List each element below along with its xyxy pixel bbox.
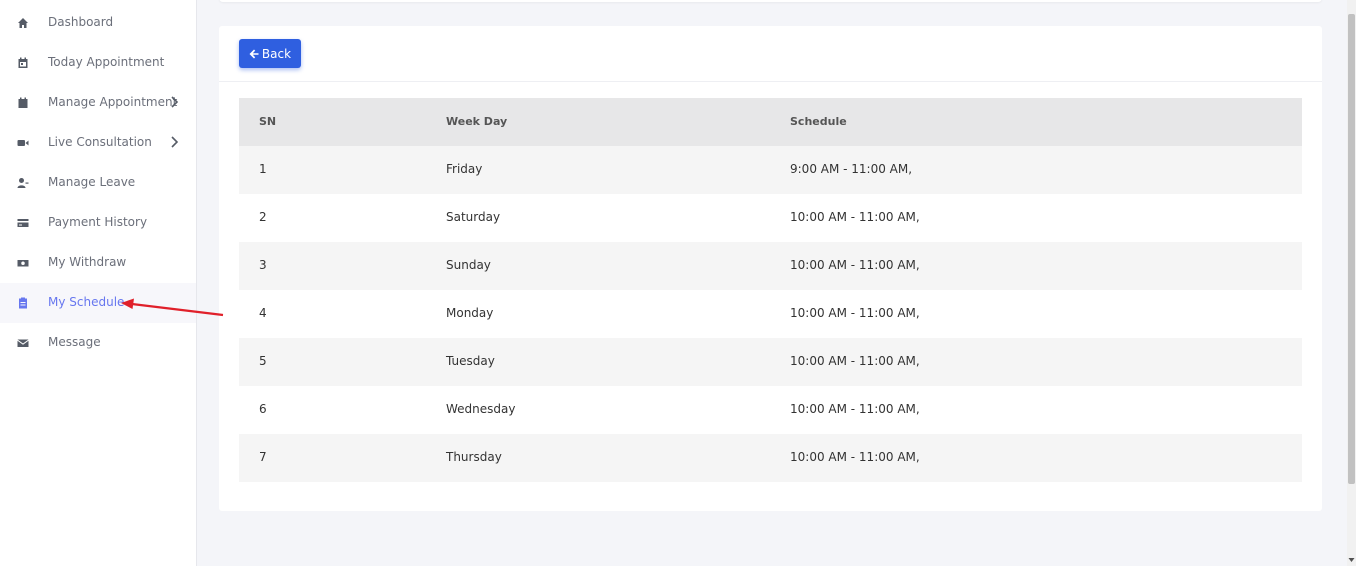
sidebar-item-dashboard[interactable]: Dashboard [0, 3, 196, 43]
sidebar-item-label: Today Appointment [48, 55, 165, 69]
row-sn: 1 [259, 162, 267, 176]
row-sn: 6 [259, 402, 267, 416]
row-week-day: Wednesday [446, 402, 516, 416]
back-button[interactable]: Back [239, 39, 301, 68]
row-week-day: Friday [446, 162, 483, 176]
sidebar-item-label: My Schedule [48, 295, 125, 309]
sidebar-item-label: Payment History [48, 215, 148, 229]
sidebar-item-label: My Withdraw [48, 255, 127, 269]
sidebar-item-label: Manage Appointment [48, 95, 178, 109]
back-button-label: Back [261, 46, 292, 61]
sidebar-item-label: Manage Leave [48, 175, 136, 189]
sidebar-item-label: Dashboard [48, 15, 114, 29]
scrollbar-thumb[interactable] [1348, 14, 1355, 484]
chevron-right-icon[interactable] [170, 135, 180, 149]
scroll-down-icon[interactable] [1348, 556, 1355, 564]
row-schedule: 10:00 AM - 11:00 AM, [790, 450, 920, 464]
card-header: Back [219, 26, 1322, 82]
money-icon [16, 256, 30, 270]
row-week-day: Thursday [446, 450, 502, 464]
envelope-icon [16, 336, 30, 350]
annotation-arrow [121, 298, 224, 317]
row-schedule: 10:00 AM - 11:00 AM, [790, 210, 920, 224]
table-row: 7 Thursday 10:00 AM - 11:00 AM, [239, 434, 1302, 482]
sidebar: Dashboard Today Appointment Manage Appoi… [0, 0, 197, 566]
row-week-day: Sunday [446, 258, 491, 272]
sidebar-item-label: Live Consultation [48, 135, 152, 149]
chevron-right-icon[interactable] [170, 95, 180, 109]
column-header-week-day: Week Day [446, 115, 508, 128]
row-sn: 5 [259, 354, 267, 368]
row-schedule: 10:00 AM - 11:00 AM, [790, 258, 920, 272]
top-card [219, 0, 1322, 2]
arrow-left-icon [249, 49, 259, 58]
sidebar-item-label: Message [48, 335, 101, 349]
sidebar-item-message[interactable]: Message [0, 323, 196, 363]
table-row: 6 Wednesday 10:00 AM - 11:00 AM, [239, 386, 1302, 434]
table-row: 5 Tuesday 10:00 AM - 11:00 AM, [239, 338, 1302, 386]
table-row: 4 Monday 10:00 AM - 11:00 AM, [239, 290, 1302, 338]
table-row: 2 Saturday 10:00 AM - 11:00 AM, [239, 194, 1302, 242]
calendar-icon [16, 96, 30, 110]
table-header: SN Week Day Schedule [239, 98, 1302, 146]
clipboard-icon [16, 296, 30, 310]
schedule-card: Back SN Week Day Schedule 1 Friday 9:00 … [219, 26, 1322, 511]
sidebar-item-manage-appointment[interactable]: Manage Appointment [0, 83, 196, 123]
row-schedule: 10:00 AM - 11:00 AM, [790, 402, 920, 416]
user-minus-icon [16, 176, 30, 190]
sidebar-item-manage-leave[interactable]: Manage Leave [0, 163, 196, 203]
table-row: 1 Friday 9:00 AM - 11:00 AM, [239, 146, 1302, 194]
row-sn: 2 [259, 210, 267, 224]
video-icon [16, 136, 30, 150]
row-week-day: Monday [446, 306, 494, 320]
row-week-day: Saturday [446, 210, 501, 224]
row-schedule: 10:00 AM - 11:00 AM, [790, 306, 920, 320]
table-row: 3 Sunday 10:00 AM - 11:00 AM, [239, 242, 1302, 290]
home-icon [16, 16, 30, 30]
row-sn: 3 [259, 258, 267, 272]
row-schedule: 10:00 AM - 11:00 AM, [790, 354, 920, 368]
sidebar-item-today-appointment[interactable]: Today Appointment [0, 43, 196, 83]
row-week-day: Tuesday [446, 354, 495, 368]
schedule-table: SN Week Day Schedule 1 Friday 9:00 AM - … [239, 98, 1302, 482]
calendar-icon [16, 56, 30, 70]
row-schedule: 9:00 AM - 11:00 AM, [790, 162, 913, 176]
column-header-schedule: Schedule [790, 115, 847, 128]
row-sn: 7 [259, 450, 267, 464]
sidebar-item-payment-history[interactable]: Payment History [0, 203, 196, 243]
row-sn: 4 [259, 306, 267, 320]
column-header-sn: SN [259, 115, 277, 128]
sidebar-item-my-withdraw[interactable]: My Withdraw [0, 243, 196, 283]
scrollbar[interactable] [1347, 0, 1356, 566]
credit-card-icon [16, 216, 30, 230]
sidebar-item-live-consultation[interactable]: Live Consultation [0, 123, 196, 163]
